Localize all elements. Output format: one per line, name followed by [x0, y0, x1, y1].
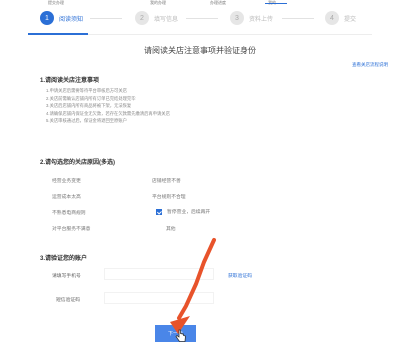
reason-label: 平台规则不合理 — [152, 195, 186, 200]
step-2-label: 填写信息 — [154, 16, 179, 23]
step-4-number: 4 — [325, 11, 339, 25]
reason-label: 运营成本太高 — [52, 195, 81, 200]
reason-option[interactable]: 其他 — [166, 225, 176, 232]
note-item: 4.请确保店铺内保证金无欠款，若存在欠款需先缴清后再申请关店 — [46, 110, 170, 116]
stepper-active-bar — [28, 33, 88, 35]
note-item: 3.关店后店铺内所有商品将被下架，无法恢复 — [46, 103, 132, 108]
step-1-number: 1 — [40, 11, 54, 25]
step-2-number: 2 — [135, 11, 149, 25]
reason-label: 其他 — [166, 227, 176, 232]
note-item: 2.关店前需确认店铺内所有订单已完结处理完毕 — [46, 95, 136, 101]
progress-stepper: 1 阅读须知 2 填写信息 3 资料上传 4 提交 — [0, 6, 400, 35]
top-tab-0[interactable]: 提交办理 — [48, 0, 64, 5]
step-1: 1 阅读须知 — [40, 11, 83, 25]
reason-option[interactable]: 店铺经营不善 — [152, 177, 181, 184]
section-reasons-title: 2.请勾选您的关店原因(多选) — [40, 160, 116, 166]
section-notes-title: 1.请阅读关店注意事项 — [40, 78, 100, 84]
reason-option[interactable]: 不熟悉电商规则 — [52, 209, 86, 216]
top-tab-2[interactable]: 办理进度 — [210, 0, 226, 5]
code-input[interactable] — [104, 292, 214, 304]
step-1-label: 阅读须知 — [59, 16, 84, 23]
reason-option[interactable]: 运营成本太高 — [52, 193, 81, 200]
reason-label: 店铺经营不善 — [152, 179, 181, 184]
step-3-label: 资料上传 — [249, 16, 274, 23]
reason-label: 对平台服务不满意 — [52, 227, 91, 232]
step-2: 2 填写信息 — [135, 11, 178, 25]
hand-cursor-icon — [175, 329, 186, 342]
top-tab-strip: 提交办理 我的办理 办理进度 我的 — [0, 0, 400, 5]
process-help-link[interactable]: 查看关店流程说明 — [352, 62, 388, 68]
step-3-number: 3 — [230, 11, 244, 25]
phone-input[interactable] — [104, 268, 214, 280]
reason-label: 暂停营业，后续再开 — [167, 210, 211, 215]
reason-label: 不熟悉电商规则 — [52, 211, 86, 216]
reason-label: 经营业务变更 — [52, 179, 81, 184]
reason-option[interactable]: 平台规则不合理 — [152, 193, 186, 200]
section-verify-title: 3.请验证您的账户 — [40, 256, 88, 262]
get-code-link[interactable]: 获取验证码 — [228, 272, 252, 279]
code-label: 短信验证码 — [56, 298, 80, 303]
phone-label: 请填写手机号 — [52, 274, 81, 279]
reason-option[interactable]: 暂停营业，后续再开 — [156, 208, 210, 215]
top-tab-indicator — [265, 3, 287, 4]
step-4-label: 提交 — [344, 16, 357, 23]
top-tab-1[interactable]: 我的办理 — [150, 0, 166, 5]
step-3: 3 资料上传 — [230, 11, 273, 25]
note-item: 5.关店审核通过后，保证金将退回至原账户 — [46, 118, 127, 123]
step-connector — [90, 18, 122, 19]
step-connector — [186, 18, 218, 19]
step-connector — [282, 18, 314, 19]
notes-list: 1.申请关店后需要等待平台审核后方可关店 2.关店前需确认店铺内所有订单已完结处… — [46, 87, 170, 125]
reason-checkbox-checked[interactable] — [156, 208, 162, 215]
reason-option[interactable]: 对平台服务不满意 — [52, 225, 90, 232]
note-item: 1.申请关店后需要等待平台审核后方可关店 — [46, 88, 127, 93]
reason-option[interactable]: 经营业务变更 — [52, 177, 81, 184]
page-title: 请阅读关店注意事项并验证身份 — [144, 46, 256, 55]
step-4: 4 提交 — [325, 11, 356, 25]
